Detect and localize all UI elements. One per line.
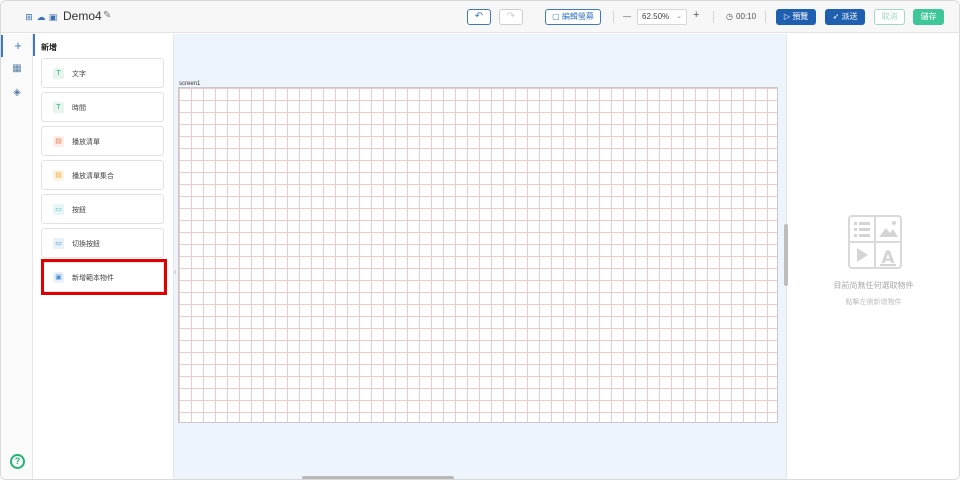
add-item-label: 切換按鈕 (72, 241, 100, 248)
windows-icon[interactable]: ⊞ (24, 12, 34, 22)
play-icon: ▷ (783, 12, 793, 21)
publish-label: 派送 (841, 12, 858, 21)
add-button-item[interactable]: ▭ 按鈕 (41, 194, 164, 224)
add-item-label: 播放清單 (72, 139, 100, 146)
add-item-label: 播放清單集合 (72, 173, 114, 180)
clock-icon: ◷ (726, 12, 733, 21)
preview-label: 預覽 (792, 12, 809, 21)
playlist-set-icon: ▤ (53, 170, 64, 181)
add-time-item[interactable]: T 時間 (41, 92, 164, 122)
preview-button[interactable]: ▷ 預覽 (776, 9, 816, 25)
chevron-down-icon: ⌄ (676, 13, 682, 20)
undo-button[interactable]: ↶ (467, 9, 491, 25)
edit-screen-icon: ▢ (552, 12, 562, 21)
plus-icon[interactable]: + (1, 35, 33, 57)
empty-object-illustration-icon: A (848, 215, 902, 269)
add-panel: 新增 T 文字 T 時間 ▤ 播放清單 ▤ 播放清單集合 ▭ 按鈕 ▭ 切換按鈕… (33, 34, 174, 479)
canvas-area[interactable]: ‹ screen1 (174, 34, 786, 479)
zoom-out-button[interactable]: — (623, 12, 631, 21)
panel-title: 新增 (41, 43, 57, 52)
empty-state-title: 目前尚無任何選取物件 (833, 281, 914, 290)
project-name: Demo4 (63, 9, 102, 23)
toolbar-divider (765, 11, 766, 23)
playlist-icon: ▤ (53, 136, 64, 147)
cancel-button[interactable]: 取消 (874, 9, 905, 25)
edit-screen-button[interactable]: ▢ 編輯螢幕 (545, 9, 601, 25)
zoom-select[interactable]: 62.50% ⌄ (637, 9, 687, 25)
horizontal-scrollbar[interactable] (302, 476, 454, 479)
vertical-scrollbar[interactable] (784, 224, 788, 286)
screen-canvas[interactable] (178, 87, 778, 423)
display-icon[interactable]: ▣ (48, 12, 58, 22)
add-toggle-button-item[interactable]: ▭ 切換按鈕 (41, 228, 164, 258)
add-playlist-set-item[interactable]: ▤ 播放清單集合 (41, 160, 164, 190)
text-icon: T (53, 68, 64, 79)
add-item-label: 時間 (72, 105, 86, 112)
toggle-button-icon: ▭ (53, 238, 64, 249)
help-icon[interactable]: ? (10, 454, 25, 469)
left-rail: + ▦ ◈ ? (1, 34, 33, 479)
add-playlist-item[interactable]: ▤ 播放清單 (41, 126, 164, 156)
time-icon: T (53, 102, 64, 113)
layers-icon[interactable]: ◈ (1, 82, 33, 104)
save-button[interactable]: 儲存 (913, 9, 944, 25)
cloud-icon[interactable]: ☁ (36, 12, 46, 22)
panel-title-accent (33, 34, 35, 56)
top-toolbar: ⊞ ☁ ▣ Demo4 ✎ ↶ ↷ ▢ 編輯螢幕 — 62.50% ⌄ + ◷ … (1, 1, 959, 33)
add-item-label: 按鈕 (72, 207, 86, 214)
highlight-box (41, 259, 167, 295)
app-window: ⊞ ☁ ▣ Demo4 ✎ ↶ ↷ ▢ 編輯螢幕 — 62.50% ⌄ + ◷ … (0, 0, 960, 480)
empty-state-subtitle: 點擊左側新增物件 (845, 299, 902, 306)
edit-name-icon[interactable]: ✎ (103, 10, 111, 21)
add-item-label: 文字 (72, 71, 86, 78)
redo-button[interactable]: ↷ (499, 9, 523, 25)
zoom-in-button[interactable]: + (693, 9, 699, 21)
grid-icon[interactable]: ▦ (1, 58, 33, 80)
button-icon: ▭ (53, 204, 64, 215)
toolbar-divider (613, 11, 614, 23)
zoom-value: 62.50% (642, 12, 670, 21)
duration-value: 00:10 (736, 12, 757, 21)
publish-button[interactable]: ➶ 派送 (825, 9, 865, 25)
toolbar-divider (713, 11, 714, 23)
add-text-item[interactable]: T 文字 (41, 58, 164, 88)
properties-panel: A 目前尚無任何選取物件 點擊左側新增物件 (784, 34, 959, 479)
edit-screen-label: 編輯螢幕 (561, 12, 594, 21)
